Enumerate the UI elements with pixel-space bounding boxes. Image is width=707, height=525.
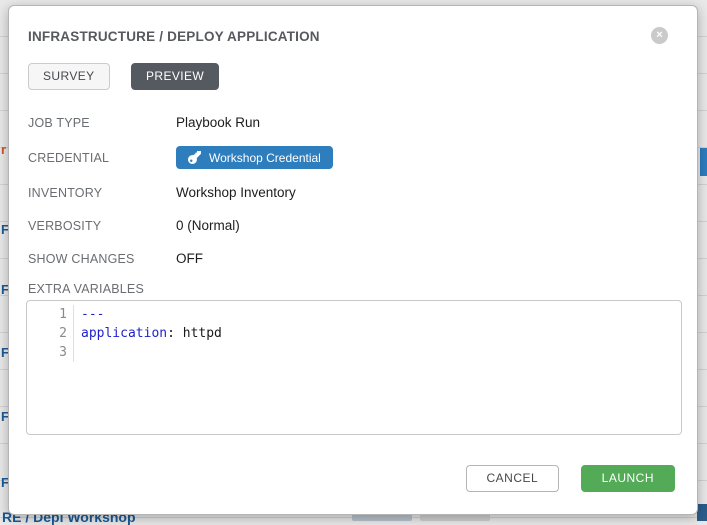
credential-label: CREDENTIAL — [28, 151, 176, 165]
verbosity-value: 0 (Normal) — [176, 218, 240, 233]
tab-survey[interactable]: SURVEY — [28, 63, 110, 90]
code-line-2: application: httpd — [74, 324, 222, 343]
line-number: 1 — [27, 305, 74, 324]
job-type-label: JOB TYPE — [28, 116, 176, 130]
code-line-1: --- — [74, 305, 104, 324]
background-blue-button-fragment — [700, 148, 707, 176]
credential-tag-button[interactable]: Workshop Credential — [176, 146, 333, 169]
inventory-label: INVENTORY — [28, 186, 176, 200]
yaml-colon: : — [167, 326, 175, 341]
detail-row-inventory: INVENTORY Workshop Inventory — [28, 183, 678, 202]
detail-row-verbosity: VERBOSITY 0 (Normal) — [28, 216, 678, 235]
modal-footer: CANCEL LAUNCH — [28, 465, 678, 492]
extra-variables-editor[interactable]: 1 --- 2 application: httpd 3 — [26, 300, 682, 435]
code-line-3 — [74, 343, 81, 362]
line-number: 3 — [27, 343, 74, 362]
credential-tag-label: Workshop Credential — [209, 151, 321, 165]
extra-variables-label: EXTRA VARIABLES — [28, 282, 678, 296]
line-number: 2 — [27, 324, 74, 343]
job-type-value: Playbook Run — [176, 115, 260, 130]
detail-row-show-changes: SHOW CHANGES OFF — [28, 249, 678, 268]
detail-row-job-type: JOB TYPE Playbook Run — [28, 113, 678, 132]
editor-line: 1 --- — [27, 305, 681, 324]
editor-line: 2 application: httpd — [27, 324, 681, 343]
key-icon — [188, 151, 201, 164]
inventory-value: Workshop Inventory — [176, 185, 296, 200]
verbosity-label: VERBOSITY — [28, 219, 176, 233]
close-icon[interactable]: × — [651, 27, 668, 44]
tab-preview[interactable]: PREVIEW — [131, 63, 219, 90]
modal-title: INFRASTRUCTURE / DEPLOY APPLICATION — [28, 29, 678, 44]
cancel-button[interactable]: CANCEL — [466, 465, 560, 492]
editor-line: 3 — [27, 343, 681, 362]
tab-bar: SURVEY PREVIEW — [28, 63, 678, 90]
yaml-value: httpd — [175, 326, 222, 341]
background-dark-fragment — [697, 504, 707, 521]
launch-button[interactable]: LAUNCH — [581, 465, 675, 492]
job-details: JOB TYPE Playbook Run CREDENTIAL Worksho… — [28, 113, 678, 268]
show-changes-label: SHOW CHANGES — [28, 252, 176, 266]
deploy-application-modal: INFRASTRUCTURE / DEPLOY APPLICATION × SU… — [8, 5, 698, 515]
detail-row-credential: CREDENTIAL Workshop Credential — [28, 146, 678, 169]
yaml-key: application — [81, 326, 167, 341]
show-changes-value: OFF — [176, 251, 203, 266]
